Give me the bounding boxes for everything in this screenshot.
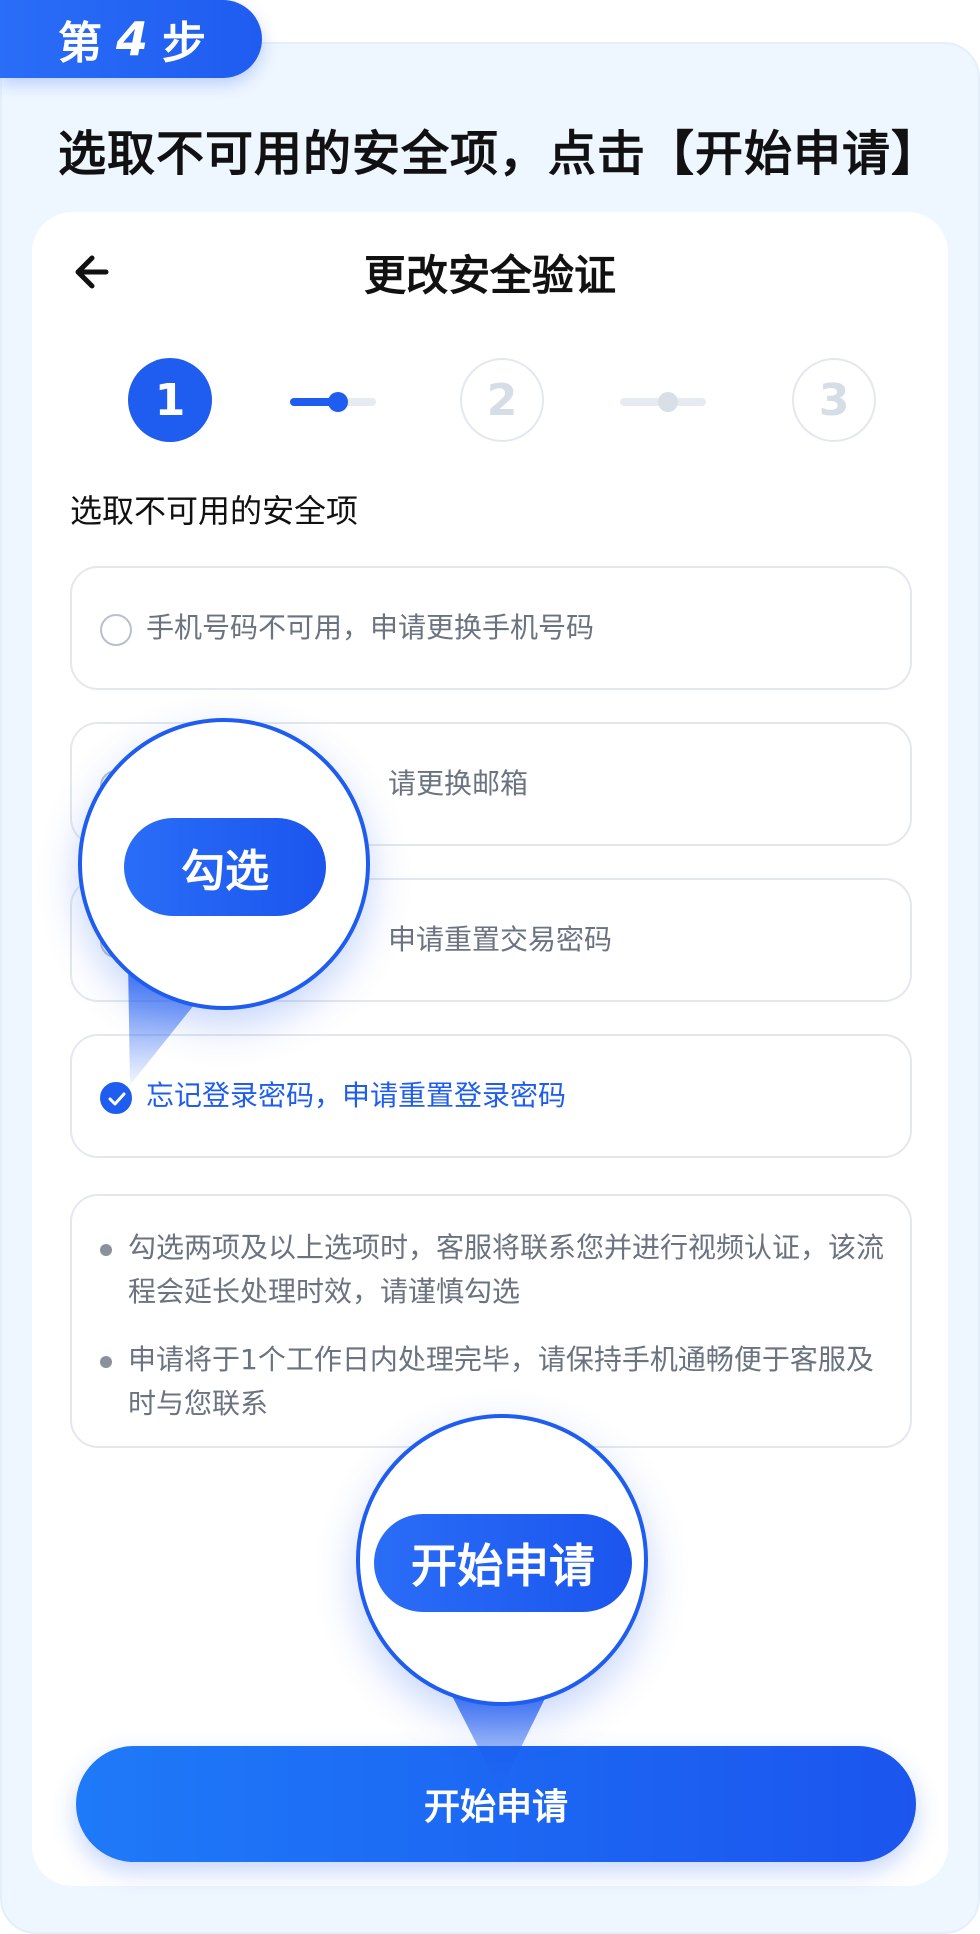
- stepper: 1 2 3: [128, 358, 882, 444]
- callout-magnifier: 勾选: [78, 718, 370, 1010]
- callout-magnifier: 开始申请: [356, 1414, 648, 1706]
- step-connector-1: [290, 392, 376, 412]
- note-item: 勾选两项及以上选项时，客服将联系您并进行视频认证，该流程会延长处理时效，请谨慎勾…: [100, 1226, 890, 1314]
- step-1: 1: [128, 358, 212, 442]
- screen-title: 更改安全验证: [363, 251, 616, 300]
- step-connector-dot: [328, 392, 348, 412]
- step-prefix: 第: [58, 18, 102, 69]
- radio-button[interactable]: [100, 614, 132, 646]
- step-badge: 第 4 步: [0, 0, 262, 78]
- step-3: 3: [792, 358, 876, 442]
- step-connector-dot: [658, 392, 678, 412]
- section-label: 选取不可用的安全项: [70, 492, 359, 530]
- check-callout-label: 勾选: [124, 818, 326, 916]
- option-label: 手机号码不可用，申请更换手机号码: [146, 611, 595, 644]
- step-suffix: 步: [162, 18, 207, 69]
- instruction-text: 选取不可用的安全项，点击【开始申请】: [58, 126, 941, 182]
- note-item: 申请将于1个工作日内处理完毕，请保持手机通畅便于客服及时与您联系: [100, 1338, 890, 1426]
- option-label: 申请重置交易密码: [388, 923, 613, 956]
- option-label: 请更换邮箱: [388, 767, 529, 800]
- step-connector-2: [620, 392, 706, 412]
- note-text: 申请将于1个工作日内处理完毕，请保持手机通畅便于客服及时与您联系: [128, 1343, 874, 1420]
- option-phone[interactable]: 手机号码不可用，申请更换手机号码: [70, 566, 912, 690]
- note-text: 勾选两项及以上选项时，客服将联系您并进行视频认证，该流程会延长处理时效，请谨慎勾…: [128, 1231, 885, 1308]
- notes-box: 勾选两项及以上选项时，客服将联系您并进行视频认证，该流程会延长处理时效，请谨慎勾…: [70, 1194, 912, 1448]
- apply-callout-label: 开始申请: [374, 1514, 632, 1612]
- bullet-dot: [100, 1244, 112, 1256]
- step-2: 2: [460, 358, 544, 442]
- step-number: 4: [116, 12, 149, 66]
- bullet-dot: [100, 1356, 112, 1368]
